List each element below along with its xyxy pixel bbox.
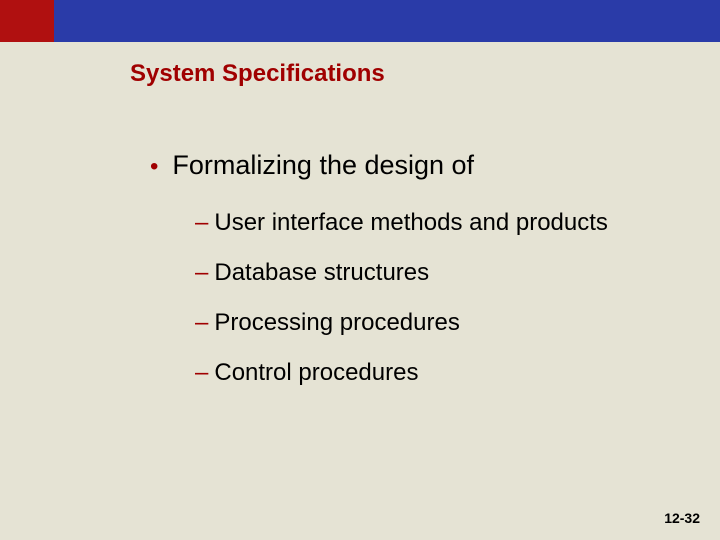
sub-text: Database structures bbox=[214, 259, 429, 287]
bullet-icon: • bbox=[150, 155, 158, 179]
dash-icon: – bbox=[195, 359, 208, 387]
content-area: • Formalizing the design of – User inter… bbox=[150, 150, 680, 409]
list-item: – Database structures bbox=[195, 259, 680, 287]
bullet-text: Formalizing the design of bbox=[172, 150, 474, 181]
slide-title: System Specifications bbox=[130, 60, 385, 88]
sub-list: – User interface methods and products – … bbox=[195, 209, 680, 387]
list-item: – Processing procedures bbox=[195, 309, 680, 337]
page-number: 12-32 bbox=[664, 510, 700, 526]
dash-icon: – bbox=[195, 259, 208, 287]
sub-text: Control procedures bbox=[214, 359, 418, 387]
list-item: – Control procedures bbox=[195, 359, 680, 387]
header-accent-red bbox=[0, 0, 54, 42]
bullet-item: • Formalizing the design of bbox=[150, 150, 680, 181]
header-bar bbox=[0, 0, 720, 42]
header-accent-blue bbox=[54, 0, 720, 42]
dash-icon: – bbox=[195, 309, 208, 337]
list-item: – User interface methods and products bbox=[195, 209, 680, 237]
sub-text: Processing procedures bbox=[214, 309, 459, 337]
sub-text: User interface methods and products bbox=[214, 209, 608, 237]
dash-icon: – bbox=[195, 209, 208, 237]
